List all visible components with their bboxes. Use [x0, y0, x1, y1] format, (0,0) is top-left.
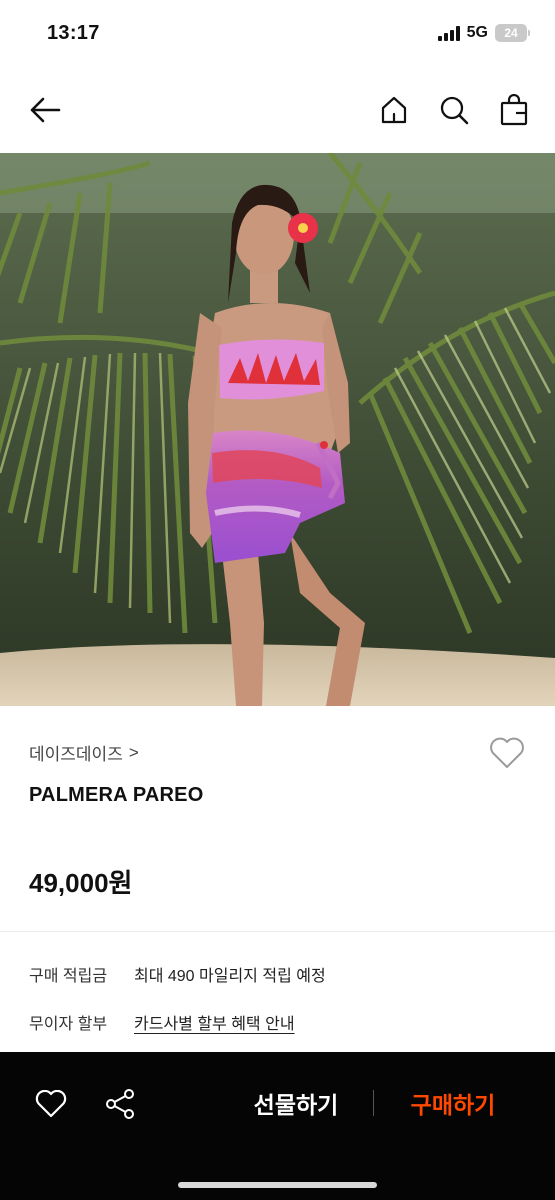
gift-button[interactable]: 선물하기 [236, 1086, 356, 1120]
top-nav [0, 80, 555, 140]
points-row: 구매 적립금 최대 490 마일리지 적립 예정 [29, 962, 326, 986]
home-indicator[interactable] [178, 1182, 377, 1188]
brand-link[interactable]: 데이즈데이즈 > [29, 740, 139, 765]
buy-button[interactable]: 구매하기 [393, 1086, 513, 1120]
back-arrow-icon[interactable] [27, 92, 63, 128]
status-indicators: 5G 24 [437, 24, 530, 42]
section-divider [0, 931, 555, 932]
status-bar: 13:17 5G 24 [0, 0, 555, 70]
heart-icon[interactable] [31, 1084, 71, 1124]
shopping-bag-icon[interactable] [496, 92, 532, 128]
share-icon[interactable] [100, 1084, 140, 1124]
battery-level: 24 [504, 26, 518, 40]
status-time: 13:17 [47, 22, 100, 44]
product-name: PALMERA PAREO [29, 784, 204, 806]
points-label: 구매 적립금 [29, 968, 108, 985]
points-value: 최대 490 마일리지 적립 예정 [134, 968, 326, 985]
bottom-action-bar: 선물하기 구매하기 [0, 1052, 555, 1200]
brand-name: 데이즈데이즈 [29, 745, 123, 764]
button-separator [373, 1090, 374, 1116]
signal-icon [437, 25, 460, 41]
installment-label: 무이자 할부 [29, 1016, 108, 1033]
search-icon[interactable] [436, 92, 472, 128]
product-price: 49,000원 [29, 868, 133, 898]
wishlist-heart-icon[interactable] [487, 735, 527, 771]
chevron-right-icon: > [128, 742, 139, 762]
product-image[interactable] [0, 153, 555, 706]
installment-row: 무이자 할부 카드사별 할부 혜택 안내 [29, 1010, 295, 1034]
installment-benefit-link[interactable]: 카드사별 할부 혜택 안내 [134, 1010, 295, 1034]
network-type: 5G [466, 24, 488, 41]
home-icon[interactable] [376, 92, 412, 128]
battery-icon: 24 [495, 24, 530, 42]
